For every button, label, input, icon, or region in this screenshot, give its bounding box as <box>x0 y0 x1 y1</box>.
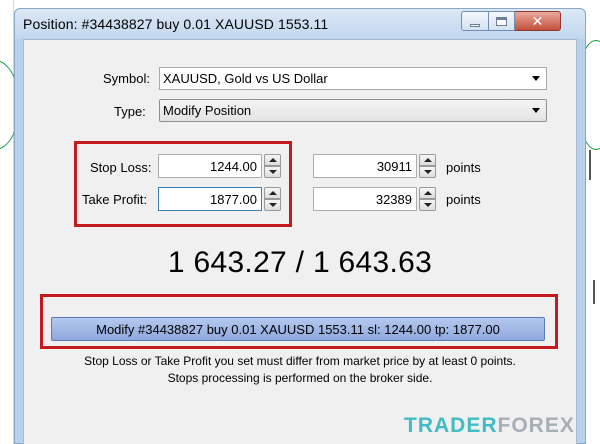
position-dialog: Position: #34438827 buy 0.01 XAUUSD 1553… <box>14 8 586 444</box>
symbol-label: Symbol: <box>103 71 150 86</box>
modify-button[interactable]: Modify #34438827 buy 0.01 XAUUSD 1553.11… <box>51 317 545 341</box>
arrow-up-icon <box>424 191 432 195</box>
stop-level-note: Stop Loss or Take Profit you set must di… <box>84 354 516 368</box>
arrow-up-icon <box>269 158 277 162</box>
watermark-part-1: TRADER <box>404 414 498 437</box>
title-bar[interactable]: Position: #34438827 buy 0.01 XAUUSD 1553… <box>15 9 585 39</box>
broker-side-note: Stops processing is performed on the bro… <box>167 371 433 385</box>
dialog-body: Symbol: XAUUSD, Gold vs US Dollar Type: … <box>23 39 577 444</box>
take-profit-points-input[interactable]: 32389 <box>313 187 417 211</box>
stop-loss-label: Stop Loss: <box>90 160 152 175</box>
close-icon: ✕ <box>531 13 544 29</box>
type-select-value: Modify Position <box>163 103 252 118</box>
arrow-down-icon <box>269 203 277 207</box>
minimize-button[interactable] <box>461 11 489 31</box>
take-profit-points-up-button[interactable] <box>419 187 436 199</box>
maximize-icon <box>496 16 507 26</box>
take-profit-stepper[interactable] <box>264 187 281 211</box>
stop-loss-points-stepper[interactable] <box>419 154 436 178</box>
take-profit-up-button[interactable] <box>264 187 281 199</box>
arrow-down-icon <box>424 203 432 207</box>
stop-loss-input[interactable]: 1244.00 <box>158 154 262 178</box>
bid-ask-price: 1 643.27 / 1 643.63 <box>167 246 433 279</box>
take-profit-down-button[interactable] <box>264 199 281 211</box>
minimize-icon <box>470 23 480 27</box>
arrow-down-icon <box>424 170 432 174</box>
maximize-button[interactable] <box>489 11 515 31</box>
window-title: Position: #34438827 buy 0.01 XAUUSD 1553… <box>23 16 329 32</box>
stop-loss-points-down-button[interactable] <box>419 166 436 178</box>
type-select[interactable]: Modify Position <box>159 99 547 122</box>
chart-tick <box>589 150 591 180</box>
stop-loss-points-input[interactable]: 30911 <box>313 154 417 178</box>
take-profit-label: Take Profit: <box>82 192 148 207</box>
stop-loss-points-up-button[interactable] <box>419 154 436 166</box>
symbol-select-value: XAUUSD, Gold vs US Dollar <box>163 71 328 86</box>
arrow-up-icon <box>424 158 432 162</box>
chevron-down-icon <box>532 108 540 113</box>
traderforex-watermark: TRADERFOREX <box>404 414 575 438</box>
type-label: Type: <box>114 104 146 119</box>
arrow-up-icon <box>269 191 277 195</box>
stop-loss-stepper[interactable] <box>264 154 281 178</box>
stop-loss-points-unit: points <box>446 160 481 175</box>
take-profit-points-down-button[interactable] <box>419 199 436 211</box>
take-profit-points-unit: points <box>446 192 481 207</box>
chevron-down-icon <box>532 76 540 81</box>
take-profit-input[interactable]: 1877.00 <box>158 187 262 211</box>
stop-loss-up-button[interactable] <box>264 154 281 166</box>
chart-tick <box>593 280 595 304</box>
watermark-part-2: FOREX <box>497 414 575 437</box>
arrow-down-icon <box>269 170 277 174</box>
take-profit-points-stepper[interactable] <box>419 187 436 211</box>
close-button[interactable]: ✕ <box>515 11 561 31</box>
stop-loss-down-button[interactable] <box>264 166 281 178</box>
symbol-select[interactable]: XAUUSD, Gold vs US Dollar <box>159 67 547 90</box>
